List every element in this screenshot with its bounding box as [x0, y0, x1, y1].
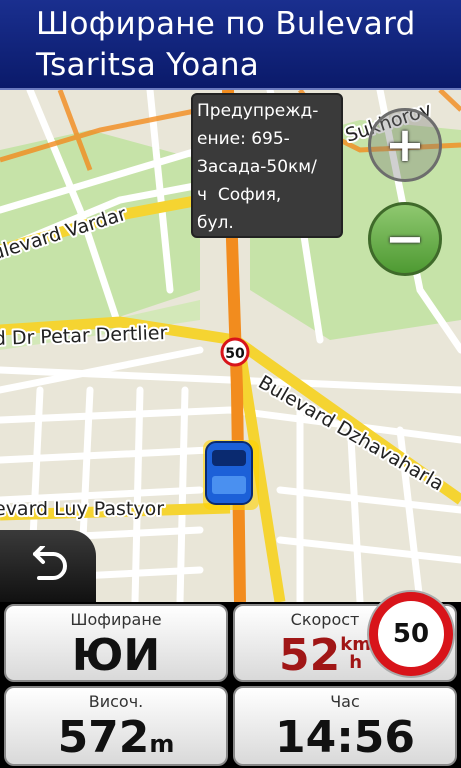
speed-limit-value: 50	[392, 619, 430, 649]
back-button[interactable]	[0, 530, 96, 602]
altitude-panel[interactable]: Височ. 572m	[4, 686, 228, 766]
header-street-line1: Шофиране по Bulevard	[36, 6, 416, 42]
street-label-dertlier: d Dr Petar Dertlier	[0, 322, 168, 350]
speed-value: 52	[279, 630, 341, 681]
map-view[interactable]: ulevard Vardar d Dr Petar Dertlier Bulev…	[0, 90, 461, 602]
back-arrow-icon	[33, 546, 67, 580]
altitude-value: 572	[57, 712, 150, 763]
zoom-in-button[interactable]: +	[368, 108, 442, 182]
speed-unit-bottom: h	[349, 652, 363, 673]
zoom-out-button[interactable]: −	[368, 202, 442, 276]
altitude-label: Височ.	[88, 692, 144, 711]
alert-tooltip[interactable]: Предупрежд- ение: 695- Засада-50км/ ч Со…	[191, 93, 343, 238]
time-label: Час	[330, 692, 360, 711]
speed-limit-sign: 50	[369, 592, 453, 676]
street-label-luy-pastyor: evard Luy Pastyor	[0, 498, 164, 520]
vehicle-icon	[205, 441, 253, 505]
speed-camera-limit: 50	[225, 346, 245, 362]
altitude-readout: 572m	[6, 712, 226, 763]
header-street-line2: Tsaritsa Yoana	[36, 47, 260, 83]
plus-icon: +	[384, 117, 426, 173]
time-panel[interactable]: Час 14:56	[233, 686, 457, 766]
time-value: 14:56	[274, 712, 416, 763]
driving-value: ЮИ	[71, 630, 161, 681]
speed-camera-marker[interactable]: 50	[220, 337, 250, 367]
speed-unit: km h	[340, 636, 371, 672]
driving-label: Шофиране	[70, 610, 162, 629]
altitude-unit: m	[149, 730, 175, 758]
header-bar: Шофиране по Bulevard Tsaritsa Yoana	[0, 0, 461, 90]
minus-icon: −	[384, 211, 426, 267]
